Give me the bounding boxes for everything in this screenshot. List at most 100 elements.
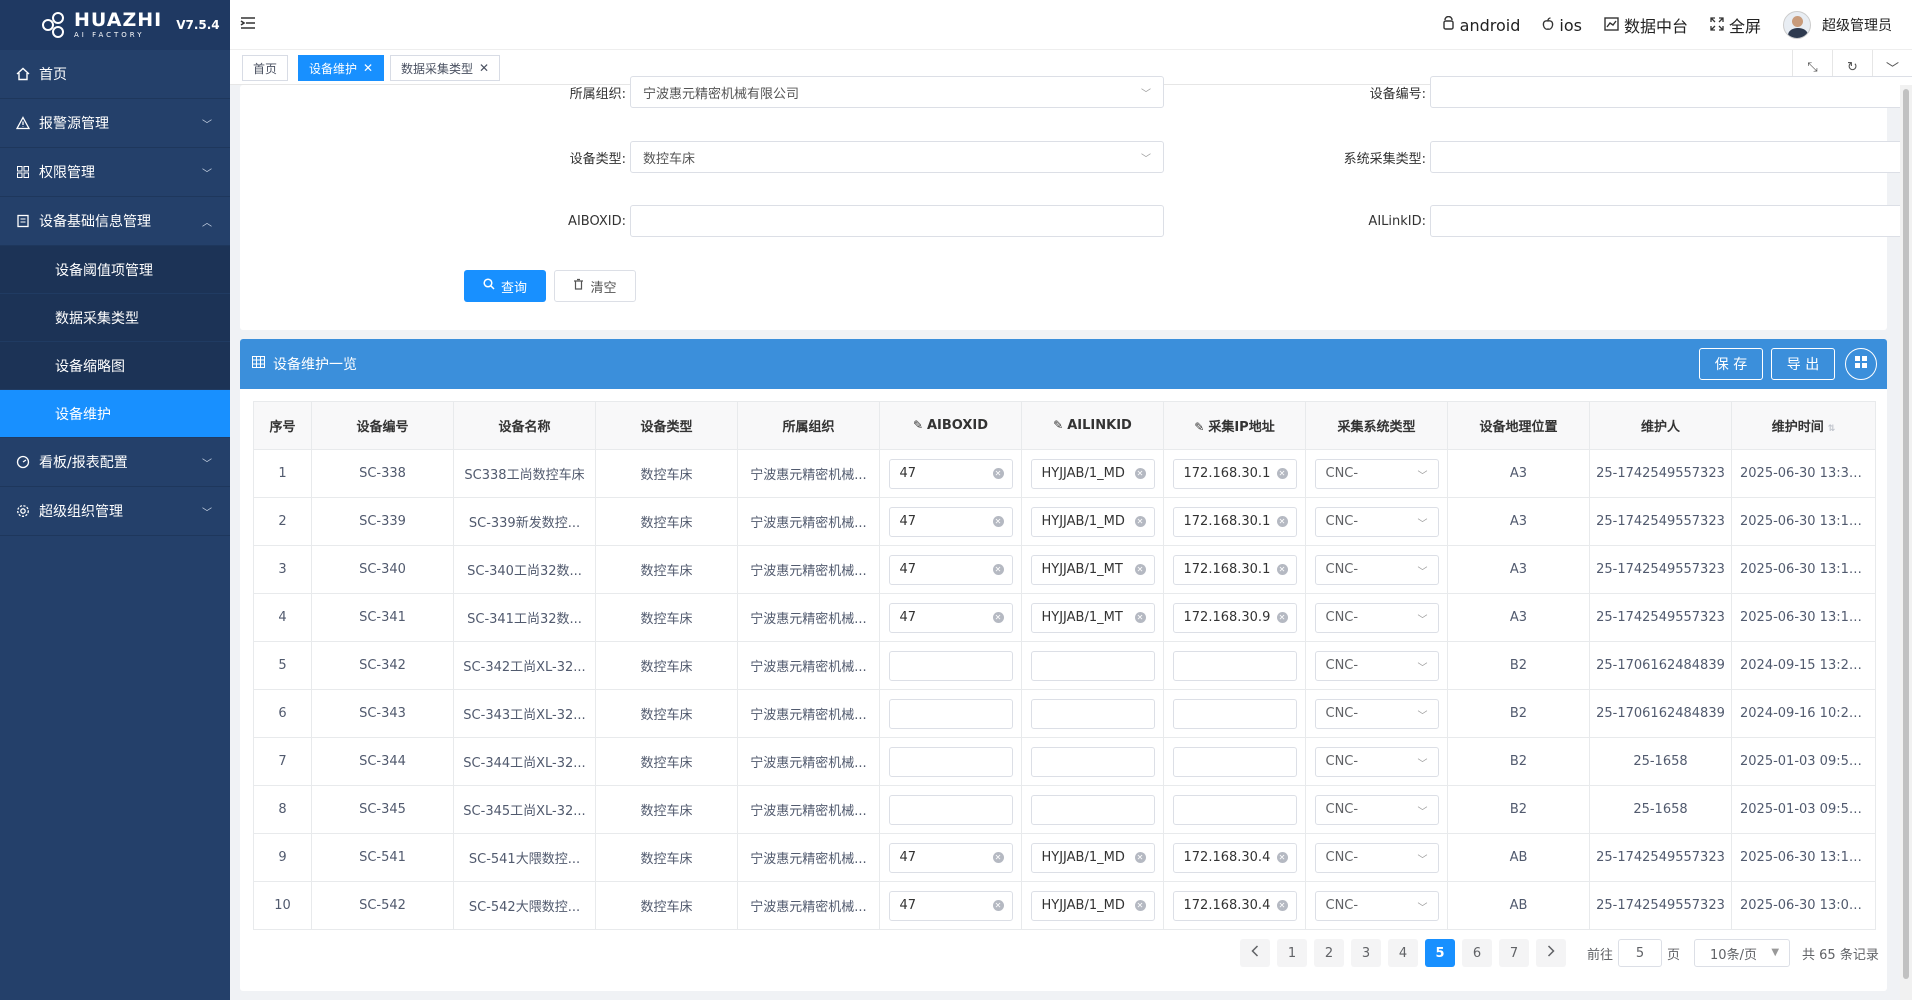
column-header-sortable[interactable]: 维护时间 ⇅	[1731, 401, 1876, 450]
close-icon[interactable]: ✕	[363, 61, 373, 75]
tab-collection-type[interactable]: 数据采集类型 ✕	[390, 55, 501, 81]
table-row[interactable]: 4 SC-341 SC-341工尚32数... 数控车床 宁波惠元精密机械...…	[253, 593, 1876, 642]
device-code-input[interactable]	[1430, 76, 1912, 108]
sidebar-subitem-collection-type[interactable]: 数据采集类型	[0, 294, 230, 342]
ip-cell-input[interactable]: 172.168.30.99 ✕	[1172, 602, 1297, 633]
clear-icon[interactable]: ✕	[1134, 467, 1146, 479]
ios-link[interactable]: ios	[1542, 16, 1582, 35]
table-row[interactable]: 2 SC-339 SC-339新发数控... 数控车床 宁波惠元精密机械... …	[253, 497, 1876, 546]
ip-cell-input[interactable]: ✕	[1172, 746, 1297, 777]
tab-device-maintenance[interactable]: 设备维护 ✕	[298, 55, 385, 81]
system-type-cell-select[interactable]: CNC- ﹀	[1314, 458, 1439, 489]
tab-home[interactable]: 首页	[242, 55, 289, 81]
system-type-cell-select[interactable]: CNC- ﹀	[1314, 602, 1439, 633]
page-button[interactable]: 4	[1388, 939, 1418, 967]
system-type-cell-select[interactable]: CNC- ﹀	[1314, 794, 1439, 825]
clear-icon[interactable]: ✕	[992, 899, 1004, 911]
goto-page-input[interactable]: 5	[1618, 939, 1663, 967]
table-row[interactable]: 1 SC-338 SC338工尚数控车床 数控车床 宁波惠元精密机械... 47…	[253, 449, 1876, 498]
aiboxid-cell-input[interactable]: 47 ✕	[888, 458, 1013, 489]
ip-cell-input[interactable]: 172.168.30.41 ✕	[1172, 890, 1297, 921]
export-button[interactable]: 导 出	[1771, 348, 1835, 380]
page-button[interactable]: 2	[1314, 939, 1344, 967]
ailinkid-cell-input[interactable]: HYJJAB/1_MT ✕	[1030, 554, 1155, 585]
clear-icon[interactable]: ✕	[1134, 515, 1146, 527]
ailinkid-cell-input[interactable]: ✕	[1030, 794, 1155, 825]
clear-icon[interactable]: ✕	[1276, 851, 1288, 863]
aiboxid-cell-input[interactable]: 47 ✕	[888, 602, 1013, 633]
ip-cell-input[interactable]: 172.168.30.19 ✕	[1172, 554, 1297, 585]
clear-icon[interactable]: ✕	[992, 515, 1004, 527]
org-select[interactable]: 宁波惠元精密机械有限公司 ﹀	[630, 76, 1164, 108]
next-page-button[interactable]	[1536, 939, 1566, 967]
sidebar-subitem-thumbnail[interactable]: 设备缩略图	[0, 342, 230, 390]
page-size-select[interactable]: 10条/页 ▼	[1694, 939, 1791, 967]
ip-cell-input[interactable]: ✕	[1172, 794, 1297, 825]
system-type-cell-select[interactable]: CNC- ﹀	[1314, 506, 1439, 537]
system-type-select[interactable]: ﹀	[1430, 141, 1912, 173]
sidebar-item-super-org[interactable]: 超级组织管理 ﹀	[0, 487, 230, 536]
clear-icon[interactable]: ✕	[1134, 563, 1146, 575]
clear-icon[interactable]: ✕	[992, 467, 1004, 479]
sidebar-item-alarm-source[interactable]: 报警源管理 ﹀	[0, 99, 230, 148]
system-type-cell-select[interactable]: CNC- ﹀	[1314, 842, 1439, 873]
page-button[interactable]: 5	[1425, 939, 1455, 967]
aiboxid-cell-input[interactable]: 47 ✕	[888, 506, 1013, 537]
system-type-cell-select[interactable]: CNC- ﹀	[1314, 698, 1439, 729]
sidebar-subitem-maintenance[interactable]: 设备维护	[0, 390, 230, 438]
device-type-select[interactable]: 数控车床 ﹀	[630, 141, 1164, 173]
table-row[interactable]: 6 SC-343 SC-343工尚XL-32... 数控车床 宁波惠元精密机械.…	[253, 689, 1876, 738]
scrollbar-thumb[interactable]	[1903, 89, 1909, 979]
clear-icon[interactable]: ✕	[1134, 611, 1146, 623]
ailinkid-cell-input[interactable]: HYJJAB/1_MD ✕	[1030, 458, 1155, 489]
ip-cell-input[interactable]: 172.168.30.40 ✕	[1172, 842, 1297, 873]
ip-cell-input[interactable]: 172.168.30.10 ✕	[1172, 458, 1297, 489]
aiboxid-cell-input[interactable]: ✕	[888, 650, 1013, 681]
data-center-link[interactable]: 数据中台	[1604, 13, 1688, 37]
ailinkid-input[interactable]	[1430, 205, 1912, 237]
ailinkid-cell-input[interactable]: ✕	[1030, 746, 1155, 777]
sidebar-item-permissions[interactable]: 权限管理 ﹀	[0, 148, 230, 197]
page-button[interactable]: 3	[1351, 939, 1381, 967]
table-row[interactable]: 8 SC-345 SC-345工尚XL-32... 数控车床 宁波惠元精密机械.…	[253, 785, 1876, 834]
system-type-cell-select[interactable]: CNC- ﹀	[1314, 650, 1439, 681]
vertical-scrollbar[interactable]	[1900, 85, 1912, 1000]
ailinkid-cell-input[interactable]: HYJJAB/1_MD ✕	[1030, 506, 1155, 537]
ailinkid-cell-input[interactable]: ✕	[1030, 650, 1155, 681]
sidebar-item-device-info[interactable]: 设备基础信息管理 ︿	[0, 197, 230, 246]
table-row[interactable]: 5 SC-342 SC-342工尚XL-32... 数控车床 宁波惠元精密机械.…	[253, 641, 1876, 690]
page-button[interactable]: 6	[1462, 939, 1492, 967]
sort-icon[interactable]: ⇅	[1828, 424, 1836, 434]
aiboxid-cell-input[interactable]: ✕	[888, 698, 1013, 729]
system-type-cell-select[interactable]: CNC- ﹀	[1314, 890, 1439, 921]
menu-toggle-icon[interactable]	[240, 14, 256, 35]
clear-button[interactable]: 清空	[554, 270, 636, 302]
clear-icon[interactable]: ✕	[1134, 899, 1146, 911]
layout-toggle-button[interactable]	[1845, 348, 1877, 380]
page-button[interactable]: 7	[1499, 939, 1529, 967]
clear-icon[interactable]: ✕	[1276, 563, 1288, 575]
aiboxid-cell-input[interactable]: 47 ✕	[888, 842, 1013, 873]
page-button[interactable]: 1	[1277, 939, 1307, 967]
clear-icon[interactable]: ✕	[1134, 851, 1146, 863]
ip-cell-input[interactable]: 172.168.30.10 ✕	[1172, 506, 1297, 537]
clear-icon[interactable]: ✕	[992, 851, 1004, 863]
table-row[interactable]: 3 SC-340 SC-340工尚32数... 数控车床 宁波惠元精密机械...…	[253, 545, 1876, 594]
sidebar-item-home[interactable]: 首页	[0, 50, 230, 99]
clear-icon[interactable]: ✕	[992, 563, 1004, 575]
close-icon[interactable]: ✕	[479, 61, 489, 75]
clear-icon[interactable]: ✕	[1276, 467, 1288, 479]
ip-cell-input[interactable]: ✕	[1172, 698, 1297, 729]
system-type-cell-select[interactable]: CNC- ﹀	[1314, 554, 1439, 585]
aiboxid-cell-input[interactable]: ✕	[888, 746, 1013, 777]
table-row[interactable]: 9 SC-541 SC-541大隈数控... 数控车床 宁波惠元精密机械... …	[253, 833, 1876, 882]
clear-icon[interactable]: ✕	[1276, 899, 1288, 911]
sidebar-item-dashboard-config[interactable]: 看板/报表配置 ﹀	[0, 438, 230, 487]
ailinkid-cell-input[interactable]: HYJJAB/1_MD ✕	[1030, 890, 1155, 921]
user-menu[interactable]: 超级管理员	[1783, 11, 1892, 39]
android-link[interactable]: android	[1442, 15, 1520, 35]
clear-icon[interactable]: ✕	[1276, 611, 1288, 623]
aiboxid-cell-input[interactable]: 47 ✕	[888, 890, 1013, 921]
ip-cell-input[interactable]: ✕	[1172, 650, 1297, 681]
query-button[interactable]: 查询	[464, 270, 546, 302]
